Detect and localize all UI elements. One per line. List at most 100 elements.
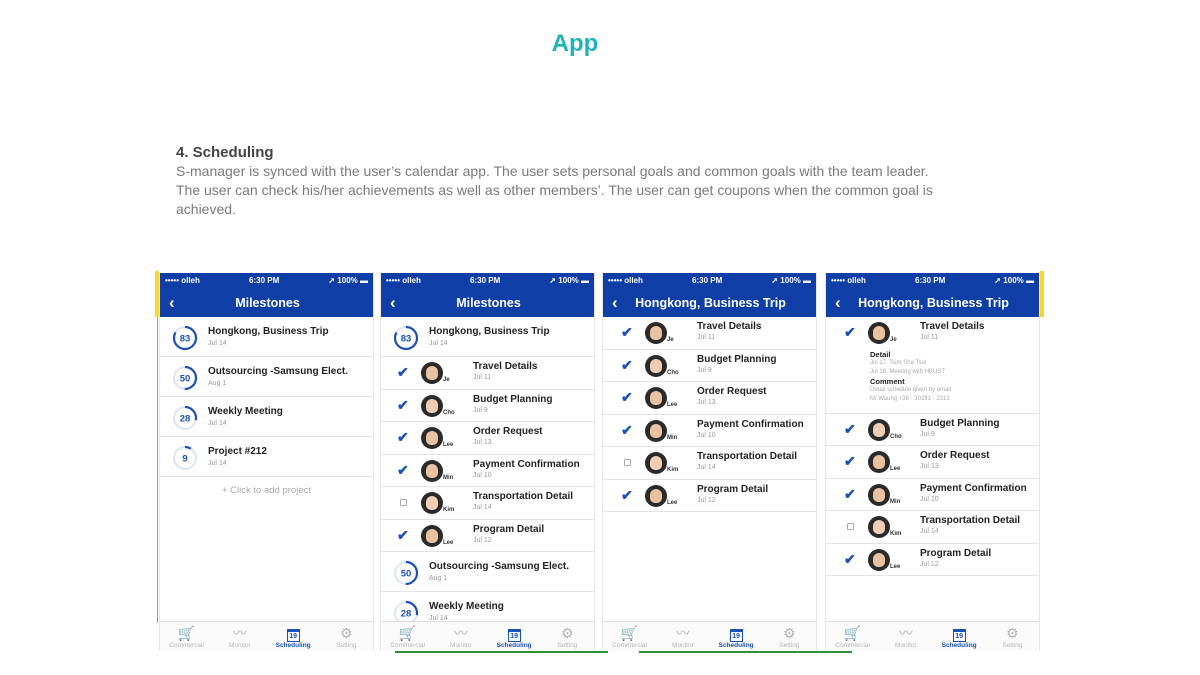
avatar <box>868 548 890 571</box>
back-icon[interactable]: ‹ <box>169 293 175 313</box>
gear-icon: ⚙ <box>783 625 796 641</box>
add-project-button[interactable]: + Click to add project <box>160 477 373 496</box>
task-row[interactable]: ✔ Min Payment Confirmation Jul 10 <box>826 479 1039 511</box>
task-row[interactable]: ✔ Min Payment Confirmation Jul 10 <box>381 455 594 487</box>
avatar <box>645 354 667 377</box>
checkmark-icon[interactable]: ✔ <box>621 389 633 406</box>
task-row[interactable]: Kim Transportation Detail Jul 14 <box>603 447 816 480</box>
task-detail-list: ✔ Je Travel Details Jul 11 Detail Jul 17. T… <box>826 317 1039 621</box>
task-name: Travel Details <box>473 361 538 372</box>
task-row[interactable]: ✔ Je Travel Details Jul 11 <box>603 317 816 350</box>
tab-scheduling[interactable]: 19 Scheduling <box>267 622 320 651</box>
tab-monitor[interactable]: 〰 Monitor <box>434 622 487 651</box>
tab-commercial[interactable]: 🛒 Commercial <box>826 622 879 651</box>
task-row[interactable]: ✔ Cho Budget Planning Jul 9 <box>826 414 1039 446</box>
tab-setting[interactable]: ⚙ Setting <box>986 622 1039 651</box>
assignee-name: Je <box>890 337 897 343</box>
checkmark-icon[interactable]: ✔ <box>397 429 409 446</box>
tab-label: Setting <box>1002 642 1023 649</box>
tab-monitor[interactable]: 〰 Monitor <box>879 622 932 651</box>
milestone-row[interactable]: 28 Weekly Meeting Jul 14 <box>160 397 373 437</box>
nav-title: Milestones <box>456 295 521 310</box>
task-row[interactable]: ✔ Je Travel Details Jul 11 <box>381 357 594 390</box>
tab-scheduling[interactable]: 19 Scheduling <box>710 622 763 651</box>
tab-commercial[interactable]: 🛒 Commercial <box>381 622 434 651</box>
checkmark-icon[interactable]: ✔ <box>844 421 856 438</box>
checkmark-icon[interactable]: ✔ <box>621 324 633 341</box>
task-row[interactable]: Kim Transportation Detail Jul 14 <box>381 487 594 520</box>
task-row[interactable]: ✔ Lee Order Request Jul 13 <box>603 382 816 415</box>
progress-ring: 50 <box>393 560 419 586</box>
task-row[interactable]: ✔ Min Payment Confirmation Jul 10 <box>603 415 816 447</box>
tab-scheduling[interactable]: 19 Scheduling <box>933 622 986 651</box>
task-row[interactable]: ✔ Cho Budget Planning Jul 9 <box>603 350 816 382</box>
milestone-row[interactable]: 9 Project #212 Jul 14 <box>160 437 373 477</box>
milestone-date: Jul 14 <box>208 460 227 467</box>
task-row[interactable]: Kim Transportation Detail Jul 14 <box>826 511 1039 544</box>
milestone-row[interactable]: 83 Hongkong, Business Trip Jul 14 <box>160 317 373 357</box>
checkmark-icon[interactable]: ✔ <box>844 453 856 470</box>
back-icon[interactable]: ‹ <box>612 293 618 313</box>
assignee-name: Je <box>667 337 674 343</box>
tab-label: Monitor <box>229 642 251 649</box>
tab-scheduling[interactable]: 19 Scheduling <box>488 622 541 651</box>
checkbox[interactable] <box>400 499 407 506</box>
checkmark-icon[interactable]: ✔ <box>844 486 856 503</box>
milestone-row[interactable]: 50 Outsourcing -Samsung Elect. Aug 1 <box>381 552 594 592</box>
milestone-name: Weekly Meeting <box>208 406 283 417</box>
status-bar: ••••• olleh 6:30 PM ➚ 100% ▬ <box>160 273 373 288</box>
checkmark-icon[interactable]: ✔ <box>397 462 409 479</box>
avatar <box>645 484 667 507</box>
checkmark-icon[interactable]: ✔ <box>621 487 633 504</box>
tab-commercial[interactable]: 🛒 Commercial <box>160 622 213 651</box>
tab-monitor[interactable]: 〰 Monitor <box>213 622 266 651</box>
milestone-date: Jul 14 <box>208 340 227 347</box>
checkmark-icon[interactable]: ✔ <box>621 422 633 439</box>
back-icon[interactable]: ‹ <box>835 293 841 313</box>
task-row[interactable]: ✔ Lee Program Detail Jul 12 <box>381 520 594 552</box>
task-row[interactable]: ✔ Lee Order Request Jul 13 <box>381 422 594 455</box>
checkmark-icon[interactable]: ✔ <box>397 364 409 381</box>
milestone-row[interactable]: 50 Outsourcing -Samsung Elect. Aug 1 <box>160 357 373 397</box>
task-row[interactable]: ✔ Cho Budget Planning Jul 9 <box>381 390 594 422</box>
calendar-icon: 19 <box>952 625 966 642</box>
tab-setting[interactable]: ⚙ Setting <box>763 622 816 651</box>
tab-commercial[interactable]: 🛒 Commercial <box>603 622 656 651</box>
task-name: Transportation Detail <box>920 515 1021 526</box>
task-date: Jul 13 <box>697 399 716 406</box>
assignee-name: Lee <box>890 466 901 472</box>
clock: 6:30 PM <box>249 276 280 285</box>
tab-label: Monitor <box>450 642 472 649</box>
tab-setting[interactable]: ⚙ Setting <box>541 622 594 651</box>
task-row[interactable]: ✔ Je Travel Details Jul 11 <box>826 317 1039 350</box>
task-row[interactable]: ✔ Lee Program Detail Jul 12 <box>826 544 1039 576</box>
checkmark-icon[interactable]: ✔ <box>397 397 409 414</box>
back-icon[interactable]: ‹ <box>390 293 396 313</box>
pulse-icon: 〰 <box>453 625 468 641</box>
yellow-edge-right <box>1040 271 1044 317</box>
task-row[interactable]: ✔ Lee Program Detail Jul 12 <box>603 480 816 512</box>
tab-label: Commercial <box>390 642 425 649</box>
checkmark-icon[interactable]: ✔ <box>621 357 633 374</box>
checkbox[interactable] <box>624 459 631 466</box>
task-name: Order Request <box>473 426 543 437</box>
progress-ring: 83 <box>172 325 198 351</box>
clock: 6:30 PM <box>915 276 946 285</box>
task-row[interactable]: ✔ Lee Order Request Jul 13 <box>826 446 1039 479</box>
checkmark-icon[interactable]: ✔ <box>397 527 409 544</box>
status-bar: ••••• olleh 6:30 PM ➚ 100% ▬ <box>826 273 1039 288</box>
comment-line: Mr.Waung +38 - 30281 - 2312 <box>870 395 950 402</box>
checkmark-icon[interactable]: ✔ <box>844 551 856 568</box>
calendar-day: 19 <box>952 629 966 642</box>
checkbox[interactable] <box>847 523 854 530</box>
milestone-row[interactable]: 83 Hongkong, Business Trip Jul 14 <box>381 317 594 357</box>
milestone-list: 83 Hongkong, Business Trip Jul 14 50 Outsou… <box>160 317 373 621</box>
green-underline-2 <box>639 651 852 653</box>
task-name: Payment Confirmation <box>697 418 804 430</box>
checkmark-icon[interactable]: ✔ <box>844 324 856 341</box>
progress-value: 28 <box>401 609 412 620</box>
carrier: ••••• olleh <box>831 276 866 285</box>
milestone-row[interactable]: 28 Weekly Meeting Jul 14 <box>381 592 594 621</box>
tab-setting[interactable]: ⚙ Setting <box>320 622 373 651</box>
tab-monitor[interactable]: 〰 Monitor <box>656 622 709 651</box>
